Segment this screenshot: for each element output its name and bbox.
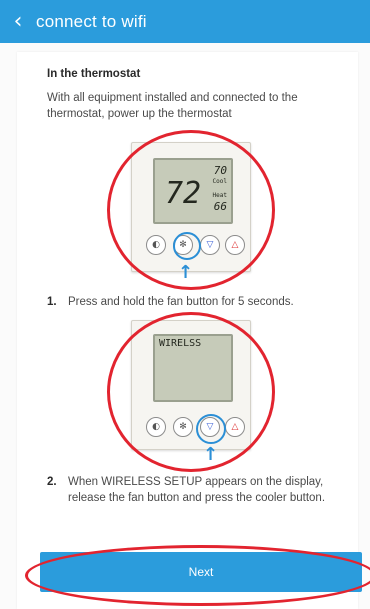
intro-text: With all equipment installed and connect… <box>47 92 298 120</box>
step-1-number: 1. <box>47 296 57 308</box>
step-2-text: When WIRELESS SETUP appears on the displ… <box>68 476 326 504</box>
next-button-highlight-ring <box>25 545 370 606</box>
highlight-ring-2 <box>107 312 275 472</box>
page-title: connect to wifi <box>36 11 147 31</box>
step-1-text: Press and hold the fan button for 5 seco… <box>68 296 294 308</box>
highlight-ring-1 <box>107 130 275 290</box>
back-chevron-icon[interactable]: ‹ <box>0 0 36 43</box>
section-title: In the thermostat <box>47 68 141 80</box>
app-header: ‹ connect to wifi <box>0 0 370 43</box>
step-2-number: 2. <box>47 476 57 488</box>
